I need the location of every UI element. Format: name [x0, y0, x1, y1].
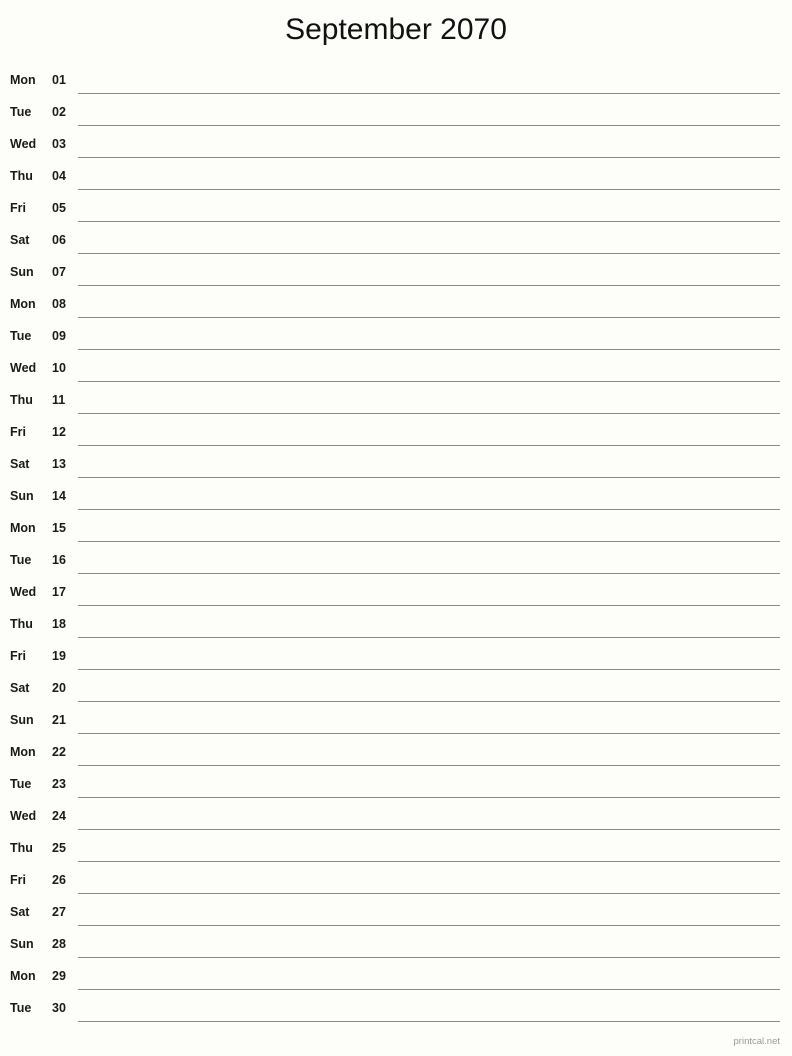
day-row-number: 26 — [52, 872, 66, 887]
day-row[interactable]: Wed 10 — [0, 350, 792, 382]
day-row-weekday: Sun — [10, 488, 34, 503]
day-row-weekday: Mon — [10, 968, 36, 983]
day-row-weekday: Thu — [10, 168, 33, 183]
day-row-number: 21 — [52, 712, 66, 727]
day-row[interactable]: Sat 20 — [0, 670, 792, 702]
day-row[interactable]: Thu 11 — [0, 382, 792, 414]
day-row[interactable]: Sat 06 — [0, 222, 792, 254]
day-row-weekday: Thu — [10, 616, 33, 631]
day-row-number: 16 — [52, 552, 66, 567]
day-row[interactable]: Tue 09 — [0, 318, 792, 350]
day-row-weekday: Wed — [10, 360, 37, 375]
day-row[interactable]: Mon 15 — [0, 510, 792, 542]
day-row[interactable]: Wed 17 — [0, 574, 792, 606]
day-row-number: 24 — [52, 808, 66, 823]
day-row-number: 10 — [52, 360, 66, 375]
day-row[interactable]: Fri 19 — [0, 638, 792, 670]
day-row[interactable]: Fri 26 — [0, 862, 792, 894]
day-row-weekday: Fri — [10, 424, 26, 439]
day-row[interactable]: Mon 08 — [0, 286, 792, 318]
day-row-weekday: Tue — [10, 1000, 32, 1015]
day-row-weekday: Wed — [10, 808, 37, 823]
day-row-weekday: Fri — [10, 200, 26, 215]
day-row-number: 28 — [52, 936, 66, 951]
day-row-weekday: Sat — [10, 232, 30, 247]
day-row-number: 07 — [52, 264, 66, 279]
day-row-weekday: Thu — [10, 392, 33, 407]
day-row-list: Mon 01 Tue 02 Wed 03 Thu 04 Fri 05 Sat 06 Sun 07 Mon 08… — [0, 62, 792, 1022]
day-row-number: 23 — [52, 776, 66, 791]
day-row-number: 20 — [52, 680, 66, 695]
day-row-weekday: Mon — [10, 296, 36, 311]
day-row-number: 14 — [52, 488, 66, 503]
day-row-weekday: Tue — [10, 104, 32, 119]
day-row-number: 13 — [52, 456, 66, 471]
day-row-weekday: Sun — [10, 936, 34, 951]
day-row-number: 29 — [52, 968, 66, 983]
day-row[interactable]: Mon 29 — [0, 958, 792, 990]
day-row[interactable]: Sun 14 — [0, 478, 792, 510]
day-row-number: 22 — [52, 744, 66, 759]
day-row-weekday: Fri — [10, 872, 26, 887]
day-row[interactable]: Thu 25 — [0, 830, 792, 862]
day-row-weekday: Mon — [10, 520, 36, 535]
day-row-number: 11 — [52, 392, 66, 407]
day-row[interactable]: Wed 03 — [0, 126, 792, 158]
day-row-weekday: Tue — [10, 552, 32, 567]
day-row-weekday: Sat — [10, 904, 30, 919]
day-row-number: 18 — [52, 616, 66, 631]
day-row-writing-line[interactable] — [78, 1021, 780, 1022]
day-row-number: 30 — [52, 1000, 66, 1015]
day-row-weekday: Tue — [10, 328, 32, 343]
day-row[interactable]: Thu 04 — [0, 158, 792, 190]
day-row[interactable]: Sat 27 — [0, 894, 792, 926]
day-row[interactable]: Mon 22 — [0, 734, 792, 766]
day-row[interactable]: Tue 16 — [0, 542, 792, 574]
day-row-weekday: Thu — [10, 840, 33, 855]
day-row[interactable]: Fri 12 — [0, 414, 792, 446]
day-row-weekday: Sat — [10, 456, 30, 471]
day-row-number: 01 — [52, 72, 66, 87]
day-row-weekday: Mon — [10, 72, 36, 87]
day-row[interactable]: Tue 30 — [0, 990, 792, 1022]
day-row-number: 25 — [52, 840, 66, 855]
day-row-weekday: Wed — [10, 584, 37, 599]
day-row-number: 04 — [52, 168, 66, 183]
day-row-weekday: Tue — [10, 776, 32, 791]
day-row[interactable]: Mon 01 — [0, 62, 792, 94]
day-row[interactable]: Sat 13 — [0, 446, 792, 478]
day-row[interactable]: Tue 02 — [0, 94, 792, 126]
day-row-number: 05 — [52, 200, 66, 215]
day-row[interactable]: Sun 28 — [0, 926, 792, 958]
day-row-number: 02 — [52, 104, 66, 119]
day-row[interactable]: Tue 23 — [0, 766, 792, 798]
day-row-weekday: Sun — [10, 712, 34, 727]
day-row-weekday: Sat — [10, 680, 30, 695]
page-title: September 2070 — [285, 13, 507, 46]
day-row-number: 08 — [52, 296, 66, 311]
day-row-number: 19 — [52, 648, 66, 663]
day-row-number: 15 — [52, 520, 66, 535]
day-row[interactable]: Sun 21 — [0, 702, 792, 734]
day-row-number: 03 — [52, 136, 66, 151]
day-row-number: 27 — [52, 904, 66, 919]
day-row-number: 17 — [52, 584, 66, 599]
calendar-page: September 2070 Mon 01 Tue 02 Wed 03 Thu 04 Fri 05… — [0, 0, 792, 1056]
day-row[interactable]: Thu 18 — [0, 606, 792, 638]
day-row[interactable]: Fri 05 — [0, 190, 792, 222]
day-row-number: 06 — [52, 232, 66, 247]
day-row-weekday: Sun — [10, 264, 34, 279]
day-row-weekday: Wed — [10, 136, 37, 151]
day-row-number: 12 — [52, 424, 66, 439]
day-row-number: 09 — [52, 328, 66, 343]
day-row-weekday: Mon — [10, 744, 36, 759]
day-row-weekday: Fri — [10, 648, 26, 663]
footer-source-label: printcal.net — [733, 1035, 780, 1047]
day-row[interactable]: Wed 24 — [0, 798, 792, 830]
day-row[interactable]: Sun 07 — [0, 254, 792, 286]
